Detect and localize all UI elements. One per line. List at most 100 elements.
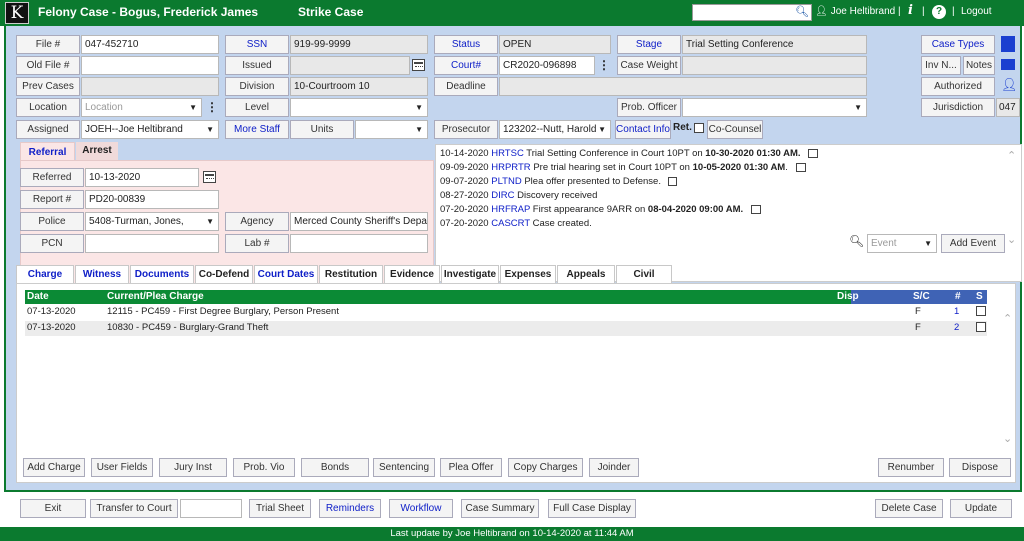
event-checkbox[interactable]	[667, 176, 677, 186]
agency-label[interactable]: Agency	[225, 212, 289, 231]
tab-arrest[interactable]: Arrest	[76, 142, 118, 160]
jurisdiction-button[interactable]: Jurisdiction	[921, 98, 995, 117]
tab-court-dates[interactable]: Court Dates	[254, 265, 318, 284]
tab-civil[interactable]: Civil	[616, 265, 672, 284]
event-code-link[interactable]: CASCRT	[491, 218, 530, 229]
issued-label[interactable]: Issued	[225, 56, 289, 75]
court-number-label[interactable]: Court#	[434, 56, 498, 75]
police-label[interactable]: Police	[20, 212, 84, 231]
file-number-label[interactable]: File #	[16, 35, 80, 54]
full-case-display-button[interactable]: Full Case Display	[548, 499, 636, 518]
assigned-select[interactable]: JOEH--Joe Heltibrand ▼	[81, 120, 219, 139]
pcn-label[interactable]: PCN	[20, 234, 84, 253]
scroll-down-icon[interactable]: ⌄	[1007, 233, 1016, 246]
division-label[interactable]: Division	[225, 77, 289, 96]
units-select[interactable]: ▼	[355, 120, 428, 139]
event-code-link[interactable]: HRPRTR	[491, 162, 530, 173]
ret-checkbox[interactable]	[694, 123, 704, 133]
table-row[interactable]: 07-13-2020 12115 - PC459 - First Degree …	[25, 305, 987, 320]
event-select[interactable]: Event ▼	[867, 234, 937, 253]
assigned-label[interactable]: Assigned	[16, 120, 80, 139]
user-fields-button[interactable]: User Fields	[91, 458, 153, 477]
scroll-down-icon[interactable]: ⌄	[1003, 432, 1012, 445]
notes-button[interactable]: Notes	[963, 56, 995, 75]
bonds-button[interactable]: Bonds	[301, 458, 369, 477]
sentencing-button[interactable]: Sentencing	[373, 458, 435, 477]
tab-witness[interactable]: Witness	[75, 265, 129, 284]
table-row[interactable]: 07-13-2020 10830 - PC459 - Burglary-Gran…	[25, 321, 987, 336]
report-field[interactable]: PD20-00839	[85, 190, 219, 209]
workflow-button[interactable]: Workflow	[389, 499, 453, 518]
location-select[interactable]: Location ▼	[81, 98, 202, 117]
search-icon[interactable]: 🔍︎	[849, 234, 864, 248]
court-number-field[interactable]: CR2020-096898	[499, 56, 595, 75]
search-icon[interactable]: 🔍︎	[795, 5, 809, 18]
old-file-label[interactable]: Old File #	[16, 56, 80, 75]
location-label[interactable]: Location	[16, 98, 80, 117]
prob-vio-button[interactable]: Prob. Vio	[233, 458, 295, 477]
tab-appeals[interactable]: Appeals	[557, 265, 615, 284]
charge-checkbox[interactable]	[976, 306, 986, 316]
inv-button[interactable]: Inv N...	[921, 56, 961, 75]
transfer-to-court-button[interactable]: Transfer to Court	[90, 499, 178, 518]
event-code-link[interactable]: PLTND	[491, 176, 521, 187]
level-select[interactable]: ▼	[290, 98, 428, 117]
co-counsel-button[interactable]: Co-Counsel	[707, 120, 763, 139]
person-icon[interactable]: 👤︎	[1001, 77, 1018, 93]
authorized-button[interactable]: Authorized	[921, 77, 995, 96]
document-icon[interactable]	[1001, 36, 1015, 52]
prob-officer-select[interactable]: ▼	[682, 98, 867, 117]
old-file-field[interactable]	[81, 56, 219, 75]
dispose-button[interactable]: Dispose	[949, 458, 1011, 477]
charge-number-link[interactable]: 1	[954, 306, 959, 317]
level-label[interactable]: Level	[225, 98, 289, 117]
contact-info-button[interactable]: Contact Info	[615, 120, 671, 139]
charge-checkbox[interactable]	[976, 322, 986, 332]
file-number-field[interactable]: 047-452710	[81, 35, 219, 54]
tab-expenses[interactable]: Expenses	[500, 265, 556, 284]
case-summary-button[interactable]: Case Summary	[461, 499, 539, 518]
mail-icon[interactable]	[1001, 59, 1015, 70]
copy-charges-button[interactable]: Copy Charges	[508, 458, 583, 477]
help-icon[interactable]: ?	[932, 5, 946, 19]
ssn-label[interactable]: SSN	[225, 35, 289, 54]
renumber-button[interactable]: Renumber	[878, 458, 944, 477]
tab-charge[interactable]: Charge	[16, 265, 74, 285]
strike-case-link[interactable]: Strike Case	[298, 5, 363, 19]
tab-documents[interactable]: Documents	[130, 265, 194, 284]
event-code-link[interactable]: HRFRAP	[491, 204, 530, 215]
logout-link[interactable]: Logout	[961, 6, 992, 17]
trial-sheet-button[interactable]: Trial Sheet	[249, 499, 311, 518]
tab-restitution[interactable]: Restitution	[319, 265, 383, 284]
jury-inst-button[interactable]: Jury Inst	[159, 458, 227, 477]
tab-co-defend[interactable]: Co-Defend	[195, 265, 253, 284]
pcn-field[interactable]	[85, 234, 219, 253]
calendar-icon[interactable]	[750, 204, 761, 214]
update-button[interactable]: Update	[950, 499, 1012, 518]
calendar-icon[interactable]	[412, 59, 425, 71]
joinder-button[interactable]: Joinder	[589, 458, 639, 477]
info-icon[interactable]: i	[908, 3, 913, 18]
search-input[interactable]: 🔍︎	[692, 4, 812, 21]
lab-field[interactable]	[290, 234, 428, 253]
referred-label[interactable]: Referred	[20, 168, 84, 187]
event-code-link[interactable]: DIRC	[491, 190, 514, 201]
add-event-button[interactable]: Add Event	[941, 234, 1005, 253]
tab-evidence[interactable]: Evidence	[384, 265, 440, 284]
police-select[interactable]: 5408-Turman, Jones, ▼	[85, 212, 219, 231]
add-charge-button[interactable]: Add Charge	[23, 458, 85, 477]
agency-field[interactable]: Merced County Sheriff's Depa	[290, 212, 428, 231]
prev-cases-button[interactable]: Prev Cases	[16, 77, 80, 96]
transfer-court-field[interactable]	[180, 499, 242, 518]
exit-button[interactable]: Exit	[20, 499, 86, 518]
case-weight-label[interactable]: Case Weight	[617, 56, 681, 75]
units-label[interactable]: Units	[290, 120, 354, 139]
scroll-up-icon[interactable]: ⌃	[1003, 312, 1012, 325]
prosecutor-select[interactable]: 123202--Nutt, Harold ▼	[499, 120, 611, 139]
tab-investigate[interactable]: Investigate	[441, 265, 499, 284]
stage-label[interactable]: Stage	[617, 35, 681, 54]
case-types-button[interactable]: Case Types	[921, 35, 995, 54]
reminders-button[interactable]: Reminders	[319, 499, 381, 518]
report-label[interactable]: Report #	[20, 190, 84, 209]
status-label[interactable]: Status	[434, 35, 498, 54]
